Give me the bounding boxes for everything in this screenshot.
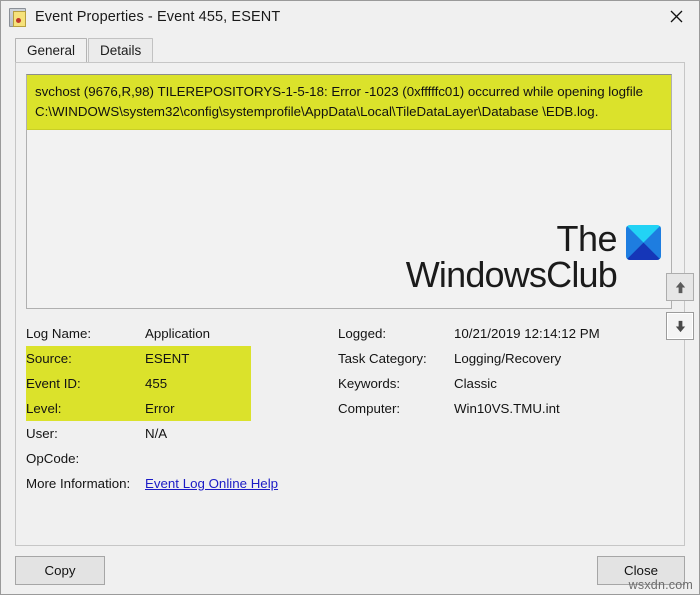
detail-row-opcode: OpCode:	[26, 446, 326, 471]
computer-label: Computer:	[338, 401, 401, 416]
level-label: Level:	[26, 401, 62, 416]
logged-value: 10/21/2019 12:14:12 PM	[454, 326, 600, 341]
log-name-value: Application	[145, 326, 211, 341]
detail-row-level: Level: Error	[26, 396, 326, 421]
description-line-3: \EDB.log.	[542, 103, 599, 119]
close-icon	[670, 10, 682, 23]
description-section: svchost (9676,R,98) TILEREPOSITORYS-1-5-…	[26, 74, 672, 309]
task-category-label: Task Category:	[338, 351, 427, 366]
detail-row-user: User: N/A	[26, 421, 326, 446]
previous-event-button[interactable]	[666, 273, 694, 301]
logged-label: Logged:	[338, 326, 387, 341]
computer-value: Win10VS.TMU.int	[454, 401, 560, 416]
event-id-label: Event ID:	[26, 376, 81, 391]
level-value: Error	[145, 401, 175, 416]
detail-row-log-name: Log Name: Application	[26, 321, 326, 346]
details-right-column: Logged: 10/21/2019 12:14:12 PM Task Cate…	[326, 321, 672, 545]
event-log-online-help-link[interactable]: Event Log Online Help	[145, 476, 278, 491]
event-log-icon	[9, 7, 26, 27]
logo-triangles-icon	[626, 225, 661, 261]
tab-general[interactable]: General	[15, 38, 88, 62]
more-information-label: More Information:	[26, 476, 131, 491]
general-tab-panel: svchost (9676,R,98) TILEREPOSITORYS-1-5-…	[15, 62, 685, 546]
user-value: N/A	[145, 426, 168, 441]
detail-row-logged: Logged: 10/21/2019 12:14:12 PM	[338, 321, 672, 346]
down-arrow-icon	[675, 320, 685, 332]
details-left-column: Log Name: Application Source: ESENT Even…	[26, 321, 326, 545]
windowsclub-watermark: The WindowsClub	[406, 221, 661, 292]
tab-strip: General Details	[15, 38, 699, 62]
opcode-label: OpCode:	[26, 451, 80, 466]
event-description-highlight: svchost (9676,R,98) TILEREPOSITORYS-1-5-…	[27, 75, 671, 130]
event-navigation-buttons	[666, 273, 696, 351]
detail-row-event-id: Event ID: 455	[26, 371, 326, 396]
keywords-value: Classic	[454, 376, 497, 391]
detail-row-computer: Computer: Win10VS.TMU.int	[338, 396, 672, 421]
keywords-label: Keywords:	[338, 376, 401, 391]
close-window-button[interactable]	[653, 1, 699, 32]
source-label: Source:	[26, 351, 72, 366]
detail-row-source: Source: ESENT	[26, 346, 326, 371]
source-value: ESENT	[145, 351, 190, 366]
detail-row-keywords: Keywords: Classic	[338, 371, 672, 396]
dialog-footer: Copy Close	[1, 546, 699, 594]
description-line-1: svchost (9676,R,98) TILEREPOSITORYS-1-5-…	[35, 84, 605, 99]
user-label: User:	[26, 426, 58, 441]
log-name-label: Log Name:	[26, 326, 92, 341]
event-id-value: 455	[145, 376, 168, 391]
event-description-box[interactable]: svchost (9676,R,98) TILEREPOSITORYS-1-5-…	[26, 74, 672, 309]
detail-row-more-information: More Information: Event Log Online Help	[26, 471, 326, 496]
windowsclub-logo-icon	[626, 225, 661, 261]
task-category-value: Logging/Recovery	[454, 351, 562, 366]
title-bar: Event Properties - Event 455, ESENT	[1, 1, 699, 33]
site-watermark: wsxdn.com	[628, 578, 693, 592]
window-title: Event Properties - Event 455, ESENT	[35, 9, 281, 25]
copy-button[interactable]: Copy	[15, 556, 105, 585]
up-arrow-icon	[675, 281, 685, 293]
tab-details[interactable]: Details	[88, 38, 154, 62]
watermark-text: The WindowsClub	[405, 218, 618, 295]
event-details-grid: Log Name: Application Source: ESENT Even…	[26, 321, 672, 545]
next-event-button[interactable]	[666, 312, 694, 340]
detail-row-task-category: Task Category: Logging/Recovery	[338, 346, 672, 371]
event-properties-window: Event Properties - Event 455, ESENT Gene…	[0, 0, 700, 595]
watermark-line-2: WindowsClub	[405, 253, 618, 295]
watermark-line-1: The	[556, 218, 617, 260]
